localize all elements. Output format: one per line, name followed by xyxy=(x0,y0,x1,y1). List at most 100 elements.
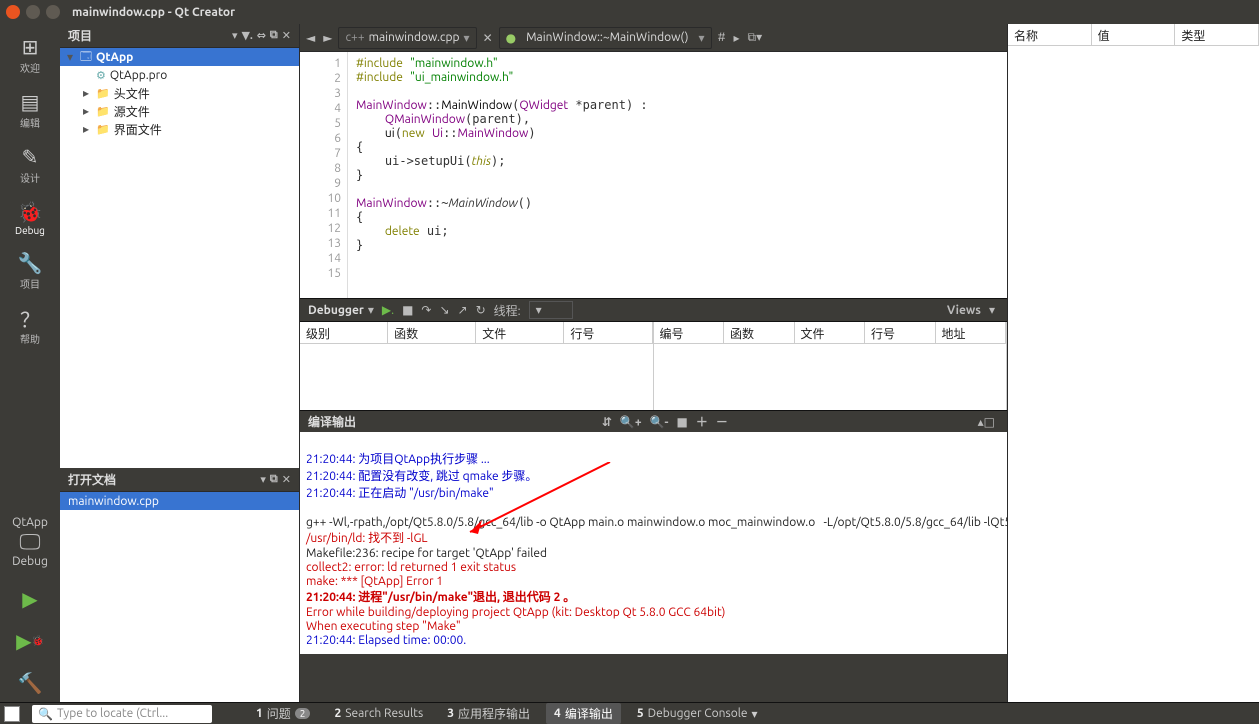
tree-label: 界面文件 xyxy=(114,121,162,138)
open-doc-item[interactable]: mainwindow.cpp xyxy=(60,492,299,510)
col-file: 文件 xyxy=(795,322,866,343)
tab-search[interactable]: 2Search Results xyxy=(326,705,431,722)
expand-icon[interactable]: ▸ xyxy=(80,86,92,100)
chevron-down-icon[interactable]: ▾ xyxy=(699,31,705,45)
tree-label: 源文件 xyxy=(114,103,150,120)
chevron-down-icon[interactable]: ▾ xyxy=(752,707,758,721)
step-out-icon[interactable]: ↗ xyxy=(458,303,468,317)
line-number: 7 xyxy=(300,146,341,161)
compile-output[interactable]: 21:20:44: 为项目QtApp执行步骤 ... 21:20:44: 配置没… xyxy=(300,432,1007,654)
code-editor[interactable]: 1 2 3 4 5 6 7 8 9 10 11 12 13 14 xyxy=(300,52,1007,298)
continue-icon[interactable]: ▶. xyxy=(382,303,394,317)
window-maximize-button[interactable] xyxy=(46,5,60,19)
close-panel-icon[interactable]: ✕ xyxy=(282,29,291,42)
mode-design[interactable]: ✎设计 xyxy=(3,140,58,191)
chevron-down-icon[interactable]: ▾ xyxy=(260,473,266,486)
close-doc-icon[interactable]: ✕ xyxy=(481,31,495,45)
folder-icon: 📁 xyxy=(96,105,110,118)
filter-icon[interactable]: ▼. xyxy=(242,29,253,42)
step-into-icon[interactable]: ↘ xyxy=(439,303,449,317)
locals-panel[interactable]: 名称 值 类型 xyxy=(1007,24,1259,702)
build-button[interactable]: 🔨 xyxy=(10,668,50,698)
tab-num: 2 xyxy=(334,707,341,720)
output-pane-toggle[interactable] xyxy=(4,706,20,722)
stop-build-icon[interactable]: ■ xyxy=(676,415,687,429)
filter-icon[interactable]: ⇵ xyxy=(602,415,612,429)
close-panel-icon[interactable]: ✕ xyxy=(282,473,291,486)
tab-app-output[interactable]: 3应用程序输出 xyxy=(439,703,538,724)
mode-edit[interactable]: ▤编辑 xyxy=(3,85,58,136)
chevron-down-icon[interactable]: ▾ xyxy=(232,29,238,42)
breakpoints-header: 编号 函数 文件 行号 地址 xyxy=(654,322,1007,344)
open-docs-list[interactable]: mainwindow.cpp xyxy=(60,492,299,702)
line-symbol[interactable]: # xyxy=(716,31,728,44)
zoom-out-icon[interactable]: 🔍- xyxy=(650,415,669,429)
restart-icon[interactable]: ↻ xyxy=(476,303,486,317)
expand-icon[interactable]: ▸ xyxy=(80,122,92,136)
tree-row-pro[interactable]: ⚙QtApp.pro xyxy=(60,66,299,84)
compile-line: 21:20:44: 配置没有改变, 跳过 qmake 步骤。 xyxy=(306,470,537,483)
mode-projects[interactable]: 🔧项目 xyxy=(3,246,58,297)
symbol-crumb[interactable]: ● MainWindow::~MainWindow() ▾ xyxy=(499,27,712,49)
expand-icon[interactable]: ▸ xyxy=(80,104,92,118)
run-button[interactable]: ▶ xyxy=(10,584,50,614)
tree-row-forms[interactable]: ▸📁界面文件 xyxy=(60,120,299,138)
stop-icon[interactable]: ■ xyxy=(402,303,413,317)
chevron-down-icon[interactable]: ▾ xyxy=(464,31,470,45)
mode-edit-label: 编辑 xyxy=(20,115,40,130)
kit-config: Debug xyxy=(12,555,48,568)
editor-doc-tab[interactable]: c++ mainwindow.cpp ▾ xyxy=(338,27,476,49)
tab-label: 应用程序输出 xyxy=(458,705,530,722)
split-icon[interactable]: ⧉ xyxy=(270,473,278,486)
kit-selector[interactable]: QtApp 🖵 Debug xyxy=(12,508,48,576)
window-close-button[interactable] xyxy=(6,5,20,19)
mode-debug[interactable]: 🐞Debug xyxy=(3,195,58,242)
locator-input[interactable]: 🔍 Type to locate (Ctrl... xyxy=(32,705,212,723)
locator-placeholder: Type to locate (Ctrl... xyxy=(57,707,168,720)
method-icon: ● xyxy=(506,31,516,45)
nav-fwd-icon[interactable]: ► xyxy=(321,31,334,45)
maximize-panel-icon[interactable]: ▴□ xyxy=(978,415,995,429)
zoom-in-icon[interactable]: 🔍+ xyxy=(620,415,642,429)
step-over-icon[interactable]: ↷ xyxy=(421,303,431,317)
thread-select[interactable]: ▾ xyxy=(529,301,573,319)
line-number: 14 xyxy=(300,251,341,266)
mode-help[interactable]: ？帮助 xyxy=(3,301,58,352)
chevron-down-icon[interactable]: ▾ xyxy=(989,303,995,317)
split-editor-icon[interactable]: ⧉▾ xyxy=(746,30,765,45)
col-function: 函数 xyxy=(388,322,476,343)
views-label[interactable]: Views xyxy=(947,304,981,317)
add-icon[interactable]: ＋ xyxy=(696,413,708,430)
window-title: mainwindow.cpp - Qt Creator xyxy=(72,6,235,19)
col-name: 名称 xyxy=(1008,24,1092,45)
split-icon[interactable]: ⧉ xyxy=(270,29,278,42)
remove-icon[interactable]: － xyxy=(716,413,728,430)
window-minimize-button[interactable] xyxy=(26,5,40,19)
tab-issues[interactable]: 1问题2 xyxy=(248,703,318,724)
project-tree[interactable]: ▾🗔QtApp ⚙QtApp.pro ▸📁头文件 ▸ 📁 源文件 ▸📁界面文件 xyxy=(60,48,299,468)
stack-table[interactable]: 级别 函数 文件 行号 xyxy=(300,322,654,410)
mode-welcome-label: 欢迎 xyxy=(20,60,40,75)
tree-row-sources[interactable]: ▸ 📁 源文件 xyxy=(60,102,299,120)
stack-header: 级别 函数 文件 行号 xyxy=(300,322,653,344)
chevron-right-icon[interactable]: ▸ xyxy=(731,31,741,45)
tree-row-headers[interactable]: ▸📁头文件 xyxy=(60,84,299,102)
expand-icon[interactable]: ▾ xyxy=(64,50,76,64)
code-area[interactable]: #include "mainwindow.h" #include "ui_mai… xyxy=(348,52,1007,298)
mode-welcome[interactable]: ⊞欢迎 xyxy=(3,30,58,81)
debug-run-button[interactable]: ▶🐞 xyxy=(10,626,50,656)
mode-debug-label: Debug xyxy=(15,225,45,236)
mode-help-label: 帮助 xyxy=(20,331,40,346)
compile-line-error: collect2: error: ld returned 1 exit stat… xyxy=(306,561,516,574)
tab-debugger-console[interactable]: 5Debugger Console▾ xyxy=(629,705,766,723)
open-docs-label: 打开文档 xyxy=(68,471,116,488)
tab-compile-output[interactable]: 4编译输出 xyxy=(546,703,621,724)
tree-row-qtapp[interactable]: ▾🗔QtApp xyxy=(60,48,299,66)
col-value: 值 xyxy=(1092,24,1176,45)
link-icon[interactable]: ⇔ xyxy=(257,29,266,42)
chevron-down-icon[interactable]: ▾ xyxy=(368,303,374,317)
mode-design-label: 设计 xyxy=(20,170,40,185)
thread-label: 线程: xyxy=(494,302,521,319)
breakpoints-table[interactable]: 编号 函数 文件 行号 地址 xyxy=(654,322,1008,410)
nav-back-icon[interactable]: ◄ xyxy=(304,31,317,45)
